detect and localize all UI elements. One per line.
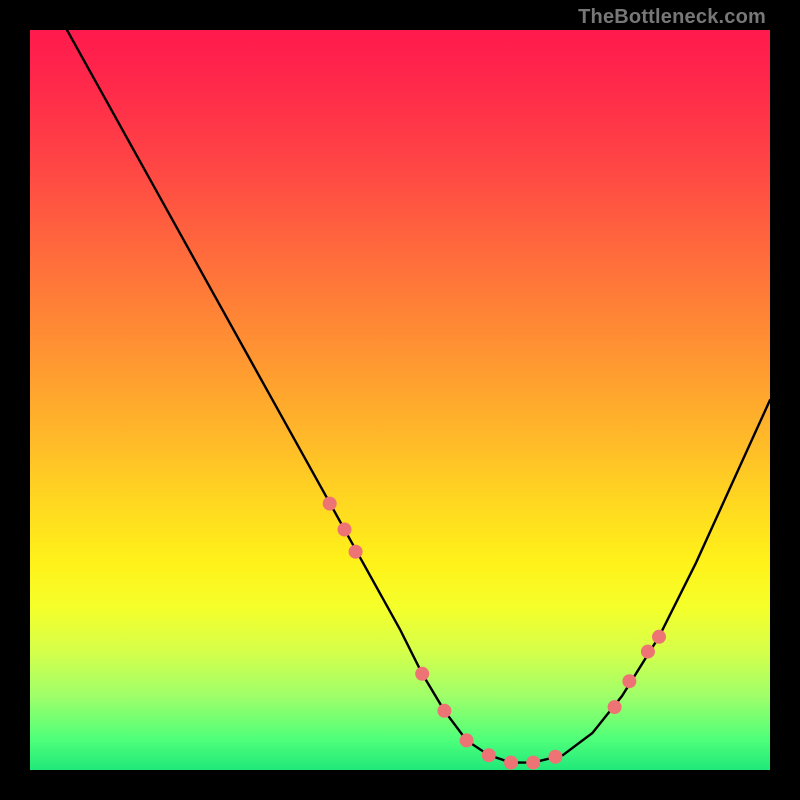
highlight-markers <box>323 497 666 770</box>
plot-gradient-area <box>30 30 770 770</box>
curve-svg <box>30 30 770 770</box>
chart-frame: TheBottleneck.com <box>0 0 800 800</box>
marker-dot <box>323 497 337 511</box>
marker-dot <box>548 750 562 764</box>
marker-dot <box>526 756 540 770</box>
marker-dot <box>641 645 655 659</box>
marker-dot <box>622 674 636 688</box>
marker-dot <box>504 756 518 770</box>
marker-dot <box>460 733 474 747</box>
marker-dot <box>652 630 666 644</box>
marker-dot <box>349 545 363 559</box>
bottleneck-curve <box>67 30 770 763</box>
marker-dot <box>482 748 496 762</box>
marker-dot <box>437 704 451 718</box>
marker-dot <box>608 700 622 714</box>
marker-dot <box>338 523 352 537</box>
marker-dot <box>415 667 429 681</box>
watermark-text: TheBottleneck.com <box>578 6 766 29</box>
